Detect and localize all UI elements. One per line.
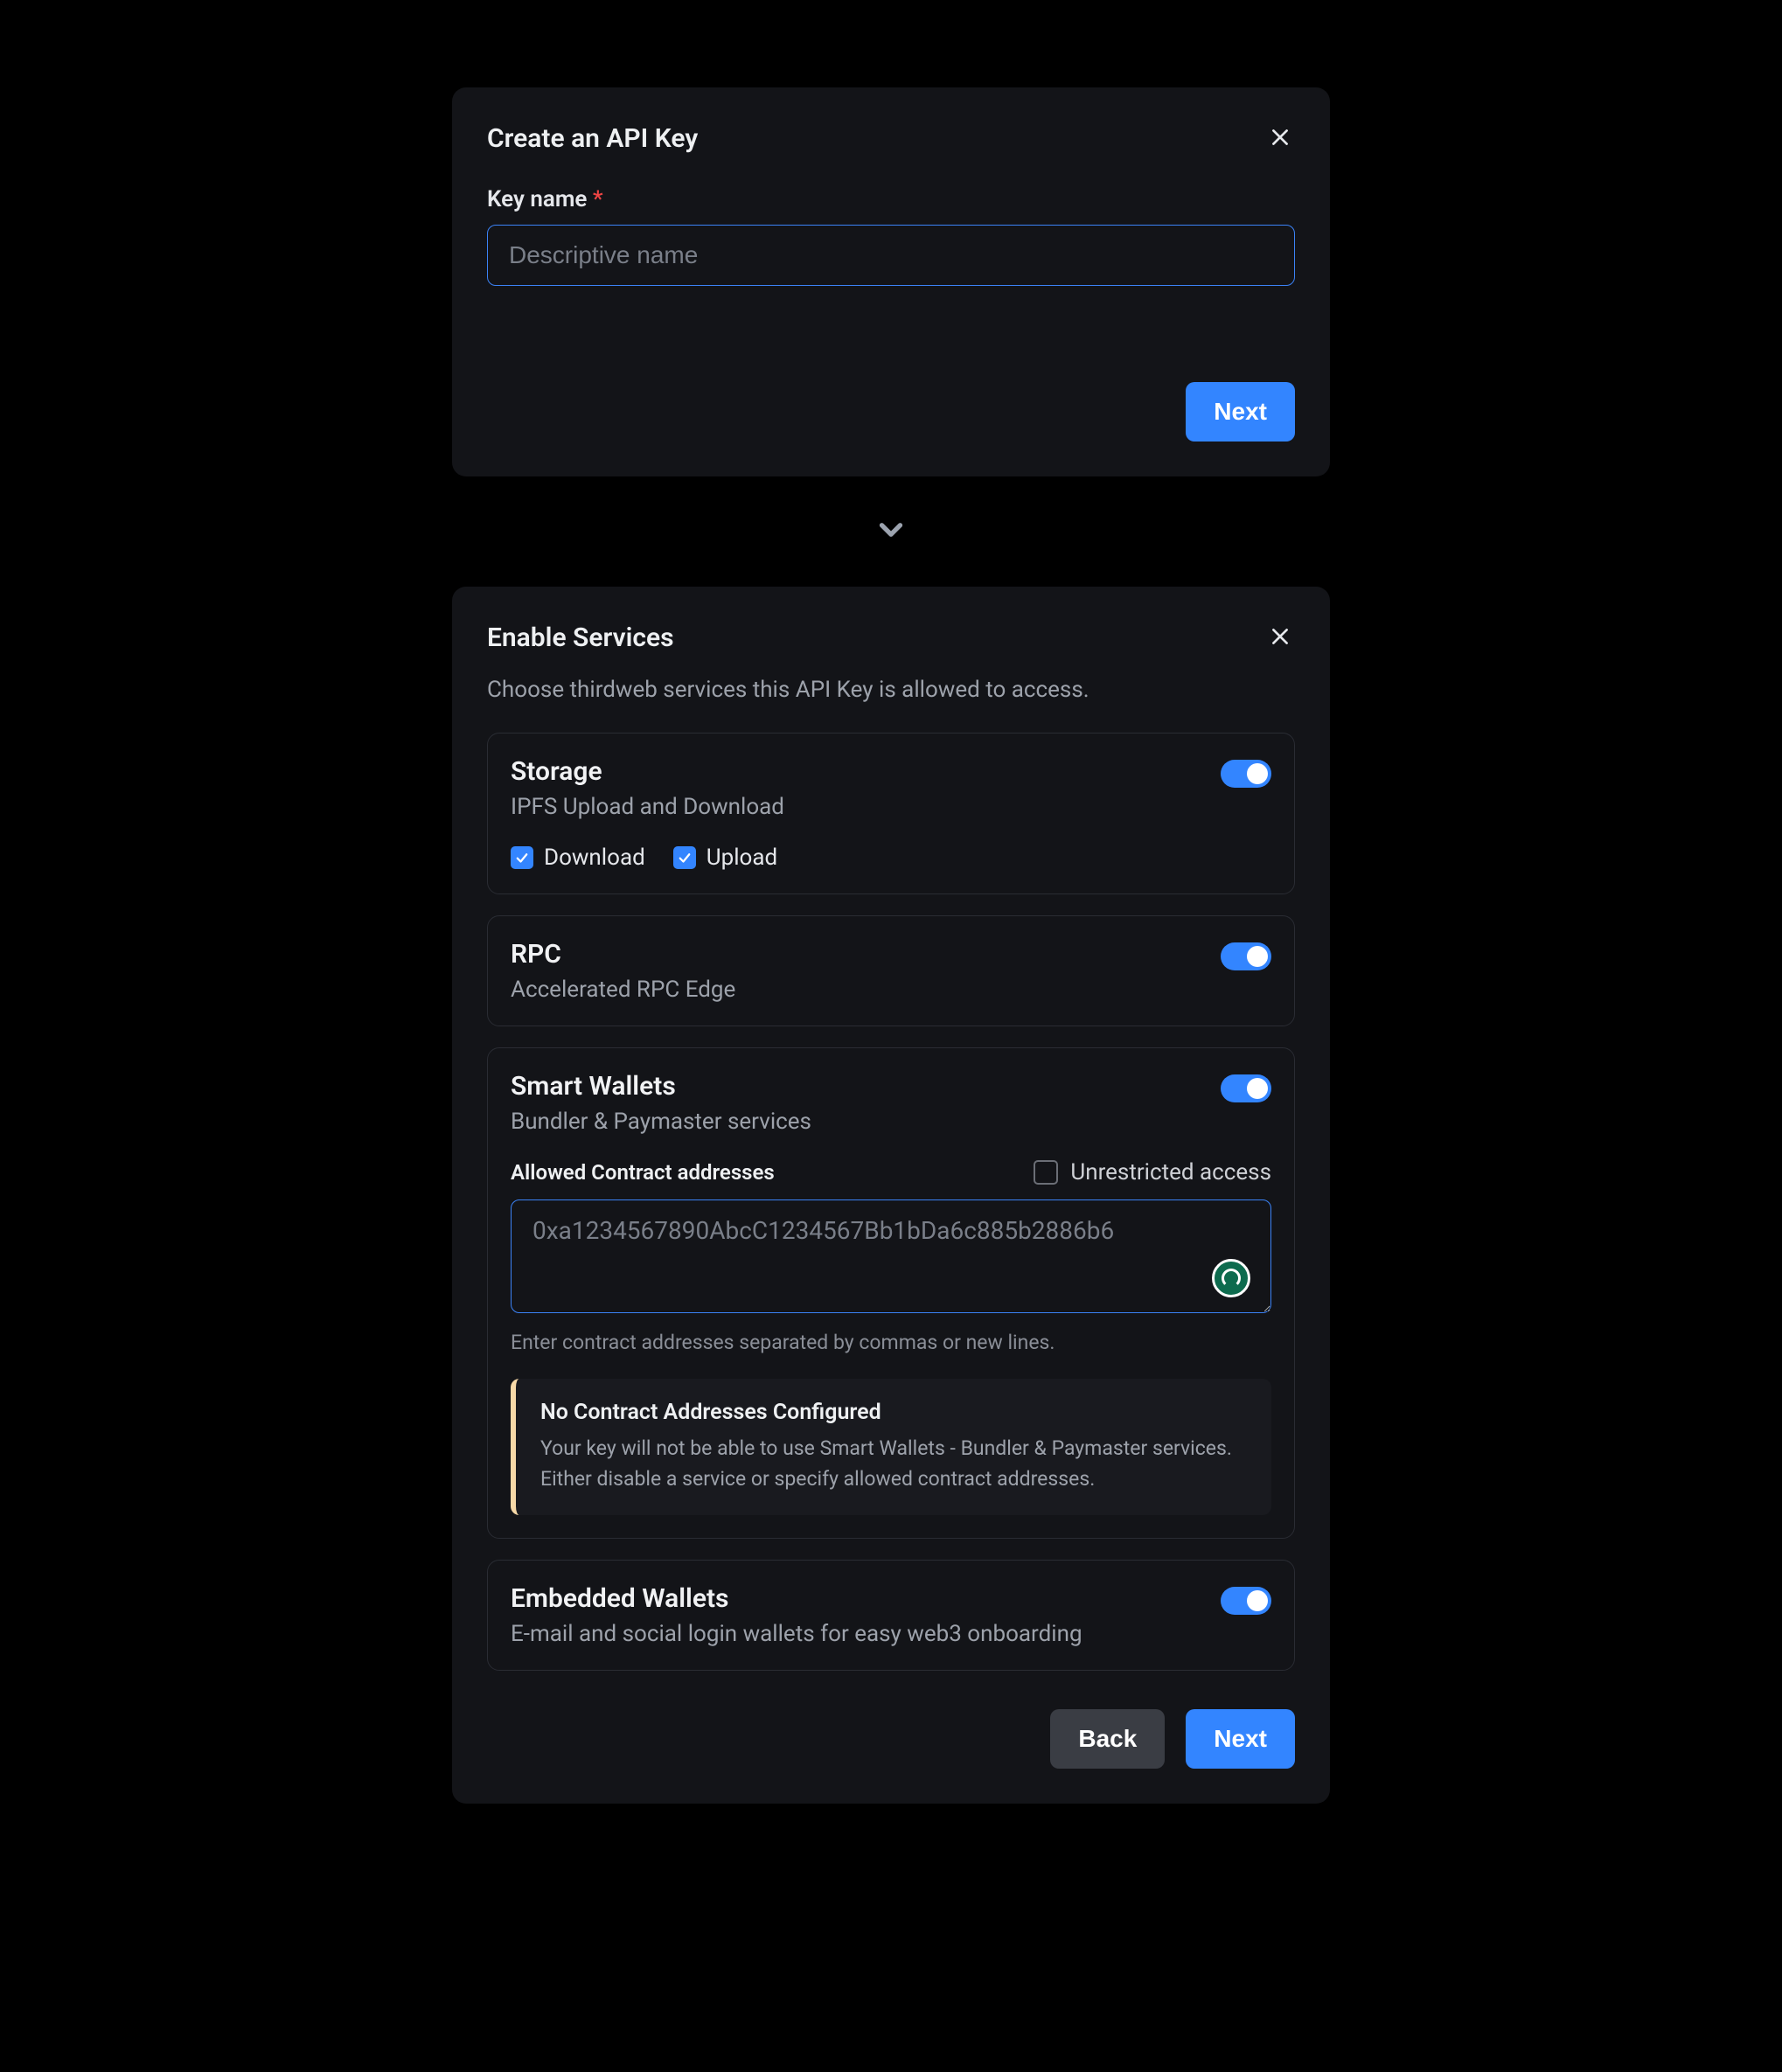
- service-subtitle: IPFS Upload and Download: [511, 794, 784, 820]
- service-info: RPC Accelerated RPC Edge: [511, 939, 735, 1003]
- alert-text: Your key will not be able to use Smart W…: [540, 1434, 1247, 1494]
- service-info: Smart Wallets Bundler & Paymaster servic…: [511, 1071, 811, 1135]
- key-name-label: Key name *: [487, 186, 603, 212]
- modal-footer: Next: [487, 382, 1295, 442]
- close-icon: [1269, 625, 1291, 648]
- next-button[interactable]: Next: [1186, 382, 1295, 442]
- service-subtitle: Bundler & Paymaster services: [511, 1109, 811, 1135]
- next-button[interactable]: Next: [1186, 1709, 1295, 1769]
- service-header: RPC Accelerated RPC Edge: [511, 939, 1271, 1003]
- contract-addresses-input[interactable]: [511, 1199, 1271, 1313]
- service-embedded-wallets: Embedded Wallets E-mail and social login…: [487, 1560, 1295, 1671]
- unrestricted-checkbox[interactable]: Unrestricted access: [1034, 1159, 1271, 1185]
- alert-title: No Contract Addresses Configured: [540, 1400, 1247, 1425]
- service-header: Smart Wallets Bundler & Paymaster servic…: [511, 1071, 1271, 1135]
- storage-toggle[interactable]: [1221, 760, 1271, 788]
- status-badge-icon: [1212, 1259, 1250, 1297]
- modal-title: Create an API Key: [487, 123, 698, 154]
- required-indicator: *: [593, 186, 603, 212]
- download-checkbox[interactable]: Download: [511, 845, 645, 871]
- back-button[interactable]: Back: [1050, 1709, 1165, 1769]
- modal-header: Create an API Key: [487, 122, 1295, 155]
- textarea-wrapper: [511, 1199, 1271, 1317]
- download-label: Download: [544, 845, 645, 871]
- key-name-field-group: Key name *: [487, 186, 1295, 286]
- service-title: Embedded Wallets: [511, 1583, 1082, 1614]
- storage-options: Download Upload: [511, 845, 1271, 871]
- checkbox-checked-icon: [511, 846, 533, 869]
- upload-checkbox[interactable]: Upload: [673, 845, 777, 871]
- create-api-key-modal: Create an API Key Key name * Next: [452, 87, 1330, 476]
- modal-description: Choose thirdweb services this API Key is…: [487, 677, 1295, 703]
- service-smart-wallets: Smart Wallets Bundler & Paymaster servic…: [487, 1047, 1295, 1539]
- key-name-label-text: Key name: [487, 186, 587, 212]
- close-button[interactable]: [1265, 622, 1295, 654]
- allowed-addresses-section: Allowed Contract addresses Unrestricted …: [511, 1159, 1271, 1515]
- modal-header: Enable Services: [487, 622, 1295, 654]
- unrestricted-label: Unrestricted access: [1070, 1159, 1271, 1185]
- service-storage: Storage IPFS Upload and Download Downloa…: [487, 733, 1295, 894]
- service-subtitle: E-mail and social login wallets for easy…: [511, 1621, 1082, 1647]
- embedded-wallets-toggle[interactable]: [1221, 1587, 1271, 1615]
- key-name-input[interactable]: [487, 225, 1295, 286]
- smart-wallets-toggle[interactable]: [1221, 1074, 1271, 1102]
- service-subtitle: Accelerated RPC Edge: [511, 977, 735, 1003]
- checkbox-checked-icon: [673, 846, 696, 869]
- service-title: Storage: [511, 756, 784, 787]
- service-header: Storage IPFS Upload and Download: [511, 756, 1271, 820]
- modal-footer: Back Next: [487, 1709, 1295, 1769]
- service-info: Storage IPFS Upload and Download: [511, 756, 784, 820]
- close-icon: [1269, 126, 1291, 149]
- service-title: Smart Wallets: [511, 1071, 811, 1102]
- rpc-toggle[interactable]: [1221, 942, 1271, 970]
- enable-services-modal: Enable Services Choose thirdweb services…: [452, 587, 1330, 1804]
- warning-alert: No Contract Addresses Configured Your ke…: [511, 1379, 1271, 1515]
- service-rpc: RPC Accelerated RPC Edge: [487, 915, 1295, 1026]
- chevron-down-icon: [873, 511, 909, 552]
- upload-label: Upload: [707, 845, 777, 871]
- allowed-addresses-header: Allowed Contract addresses Unrestricted …: [511, 1159, 1271, 1185]
- allowed-addresses-label: Allowed Contract addresses: [511, 1160, 775, 1185]
- service-header: Embedded Wallets E-mail and social login…: [511, 1583, 1271, 1647]
- help-text: Enter contract addresses separated by co…: [511, 1331, 1271, 1354]
- checkbox-unchecked-icon: [1034, 1160, 1058, 1185]
- service-title: RPC: [511, 939, 735, 970]
- modal-title: Enable Services: [487, 622, 674, 653]
- close-button[interactable]: [1265, 122, 1295, 155]
- service-info: Embedded Wallets E-mail and social login…: [511, 1583, 1082, 1647]
